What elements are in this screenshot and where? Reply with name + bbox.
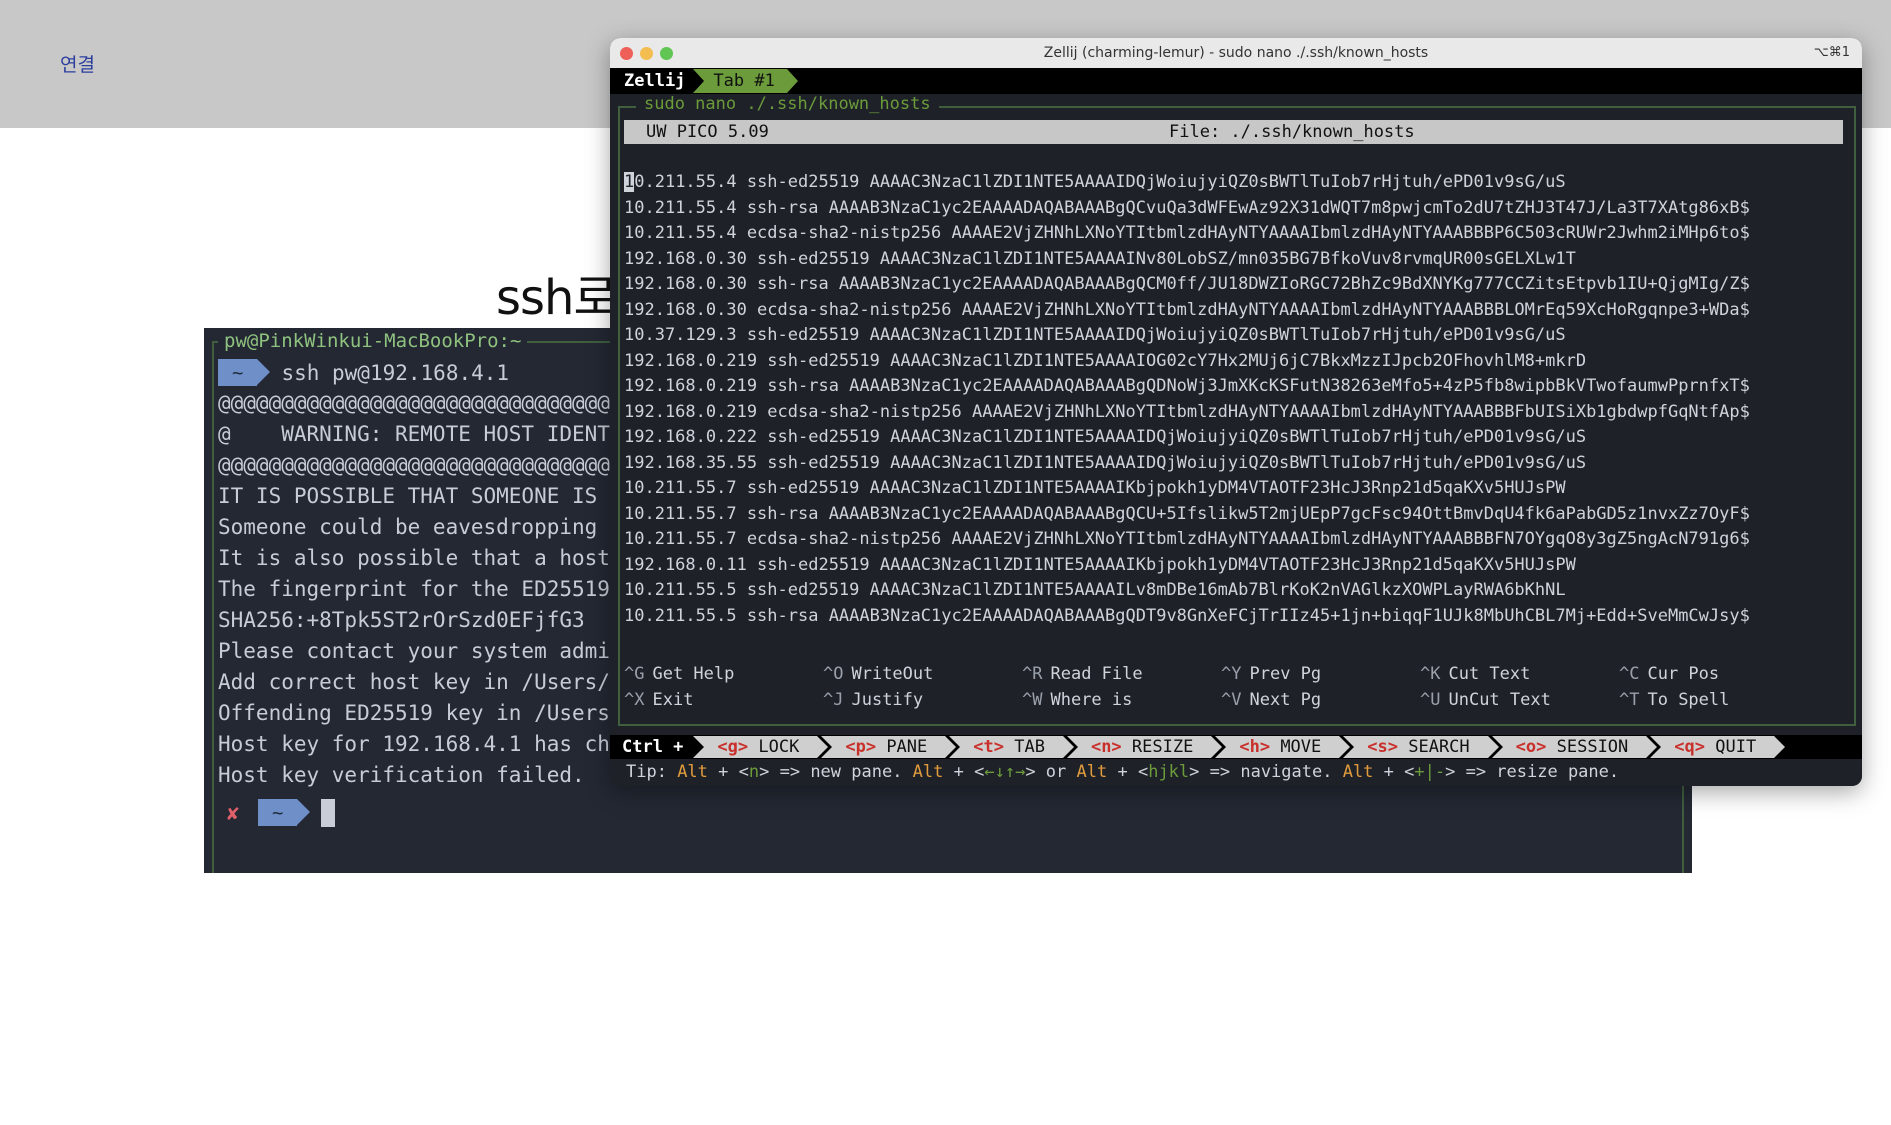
ctrl-label: Ctrl +: [622, 737, 684, 757]
editor-pane[interactable]: sudo nano ./.ssh/known_hosts UW PICO 5.0…: [618, 94, 1856, 726]
zellij-window[interactable]: Zellij (charming-lemur) - sudo nano ./.s…: [610, 38, 1862, 786]
mode-quit[interactable]: <q> QUIT: [1650, 736, 1786, 758]
prompt-directory-pill: ~: [258, 799, 312, 826]
zellij-mode-bar: Ctrl + <g> LOCK <p> PANE <t> TAB <n> RES…: [610, 735, 1862, 759]
known-hosts-content[interactable]: 10.211.55.4 ssh-ed25519 AAAAC3NzaC1lZDI1…: [624, 170, 1846, 629]
mode-session[interactable]: <o> SESSION: [1491, 736, 1657, 758]
mode-lock[interactable]: <g> LOCK: [693, 736, 829, 758]
shortcut-next-pg[interactable]: ^V Next Pg: [1221, 688, 1420, 714]
mode-tab[interactable]: <t> TAB: [949, 736, 1074, 758]
known-host-line: 10.211.55.7 ecdsa-sha2-nistp256 AAAAE2Vj…: [624, 529, 1750, 549]
shortcut-read-file[interactable]: ^R Read File: [1022, 662, 1221, 688]
known-host-line: 10.211.55.5 ssh-ed25519 AAAAC3NzaC1lZDI1…: [624, 580, 1566, 600]
terminal-cursor[interactable]: [321, 798, 336, 827]
known-host-line: 10.211.55.7 ssh-ed25519 AAAAC3NzaC1lZDI1…: [624, 478, 1566, 498]
window-shortcut: ⌥⌘1: [1813, 45, 1850, 60]
editor-cursor: 1: [624, 172, 635, 192]
known-host-line: 10.211.55.4 ssh-ed25519 AAAAC3NzaC1lZDI1…: [624, 170, 1846, 196]
shortcut-exit[interactable]: ^X Exit: [624, 688, 823, 714]
shortcut-cur-pos[interactable]: ^C Cur Pos: [1619, 662, 1818, 688]
shortcut-cut-text[interactable]: ^K Cut Text: [1420, 662, 1619, 688]
pane-title: sudo nano ./.ssh/known_hosts: [636, 94, 939, 114]
ssh-command: ssh pw@192.168.4.1: [281, 360, 510, 385]
shortcut-uncut-text[interactable]: ^U UnCut Text: [1420, 688, 1619, 714]
shortcut-prev-pg[interactable]: ^Y Prev Pg: [1221, 662, 1420, 688]
zellij-label: Zellij: [624, 71, 686, 91]
known-host-line-text: 0.211.55.4 ssh-ed25519 AAAAC3NzaC1lZDI1N…: [634, 172, 1566, 192]
shortcut-get-help[interactable]: ^G Get Help: [624, 662, 823, 688]
slide-heading: ssh로: [496, 270, 618, 326]
shortcut-where-is[interactable]: ^W Where is: [1022, 688, 1221, 714]
known-host-line: 10.211.55.7 ssh-rsa AAAAB3NzaC1yc2EAAAAD…: [624, 503, 1750, 524]
connect-link[interactable]: 연결: [60, 50, 95, 77]
zellij-tab-bar: Zellij Tab #1: [610, 68, 1862, 94]
tab-1[interactable]: Tab #1: [693, 69, 799, 93]
known-host-line: 10.211.55.5 ssh-rsa AAAAB3NzaC1yc2EAAAAD…: [624, 605, 1750, 626]
known-host-line: 192.168.0.30 ecdsa-sha2-nistp256 AAAAE2V…: [624, 299, 1750, 320]
known-host-line: 192.168.0.30 ssh-rsa AAAAB3NzaC1yc2EAAAA…: [624, 274, 1750, 294]
zellij-tip-bar: Tip: Alt + <n> => new pane. Alt + <←↓↑→>…: [610, 759, 1862, 785]
known-host-line: 192.168.35.55 ssh-ed25519 AAAAC3NzaC1lZD…: [624, 452, 1587, 473]
mode-resize[interactable]: <n> RESIZE: [1066, 736, 1223, 758]
known-host-line: 10.211.55.4 ecdsa-sha2-nistp256 AAAAE2Vj…: [624, 223, 1750, 243]
shortcut-justify[interactable]: ^J Justify: [823, 688, 1022, 714]
pico-header-bar: UW PICO 5.09 File: ./.ssh/known_hosts: [624, 120, 1843, 144]
pico-filename: File: ./.ssh/known_hosts: [1169, 122, 1415, 142]
mode-pane[interactable]: <p> PANE: [821, 736, 957, 758]
pico-version: UW PICO 5.09: [646, 122, 769, 142]
shortcut-row: ^X Exit ^J Justify ^W Where is ^V Next Pg ^U…: [624, 688, 1846, 714]
known-host-line: 192.168.0.219 ecdsa-sha2-nistp256 AAAAE2…: [624, 401, 1750, 422]
window-title: Zellij (charming-lemur) - sudo nano ./.s…: [1043, 45, 1429, 61]
window-titlebar[interactable]: Zellij (charming-lemur) - sudo nano ./.s…: [610, 38, 1862, 69]
known-host-line: 192.168.0.219 ssh-rsa AAAAB3NzaC1yc2EAAA…: [624, 376, 1750, 396]
mode-move[interactable]: <h> MOVE: [1215, 736, 1351, 758]
prompt-directory-pill: ~: [218, 359, 272, 386]
shortcut-writeout[interactable]: ^O WriteOut: [823, 662, 1022, 688]
known-host-line: 10.37.129.3 ssh-ed25519 AAAAC3NzaC1lZDI1…: [624, 325, 1566, 345]
shortcut-row: ^G Get Help ^O WriteOut ^R Read File ^Y Prev…: [624, 662, 1846, 688]
known-host-line: 10.211.55.4 ssh-rsa AAAAB3NzaC1yc2EAAAAD…: [624, 197, 1750, 218]
shortcut-to-spell[interactable]: ^T To Spell: [1619, 688, 1818, 714]
known-host-line: 192.168.0.30 ssh-ed25519 AAAAC3NzaC1lZDI…: [624, 248, 1576, 269]
mode-search[interactable]: <s> SEARCH: [1343, 736, 1500, 758]
pico-shortcut-bar: ^G Get Help ^O WriteOut ^R Read File ^Y Prev…: [624, 662, 1846, 713]
known-host-line: 192.168.0.219 ssh-ed25519 AAAAC3NzaC1lZD…: [624, 350, 1587, 371]
known-host-line: 192.168.0.11 ssh-ed25519 AAAAC3NzaC1lZDI…: [624, 554, 1576, 575]
known-host-line: 192.168.0.222 ssh-ed25519 AAAAC3NzaC1lZD…: [624, 427, 1587, 447]
error-x-icon: ✘: [226, 800, 240, 825]
background-terminal-title: pw@PinkWinkui-MacBookPro:~: [218, 330, 528, 352]
error-prompt-line: ✘ ~: [218, 797, 1546, 828]
